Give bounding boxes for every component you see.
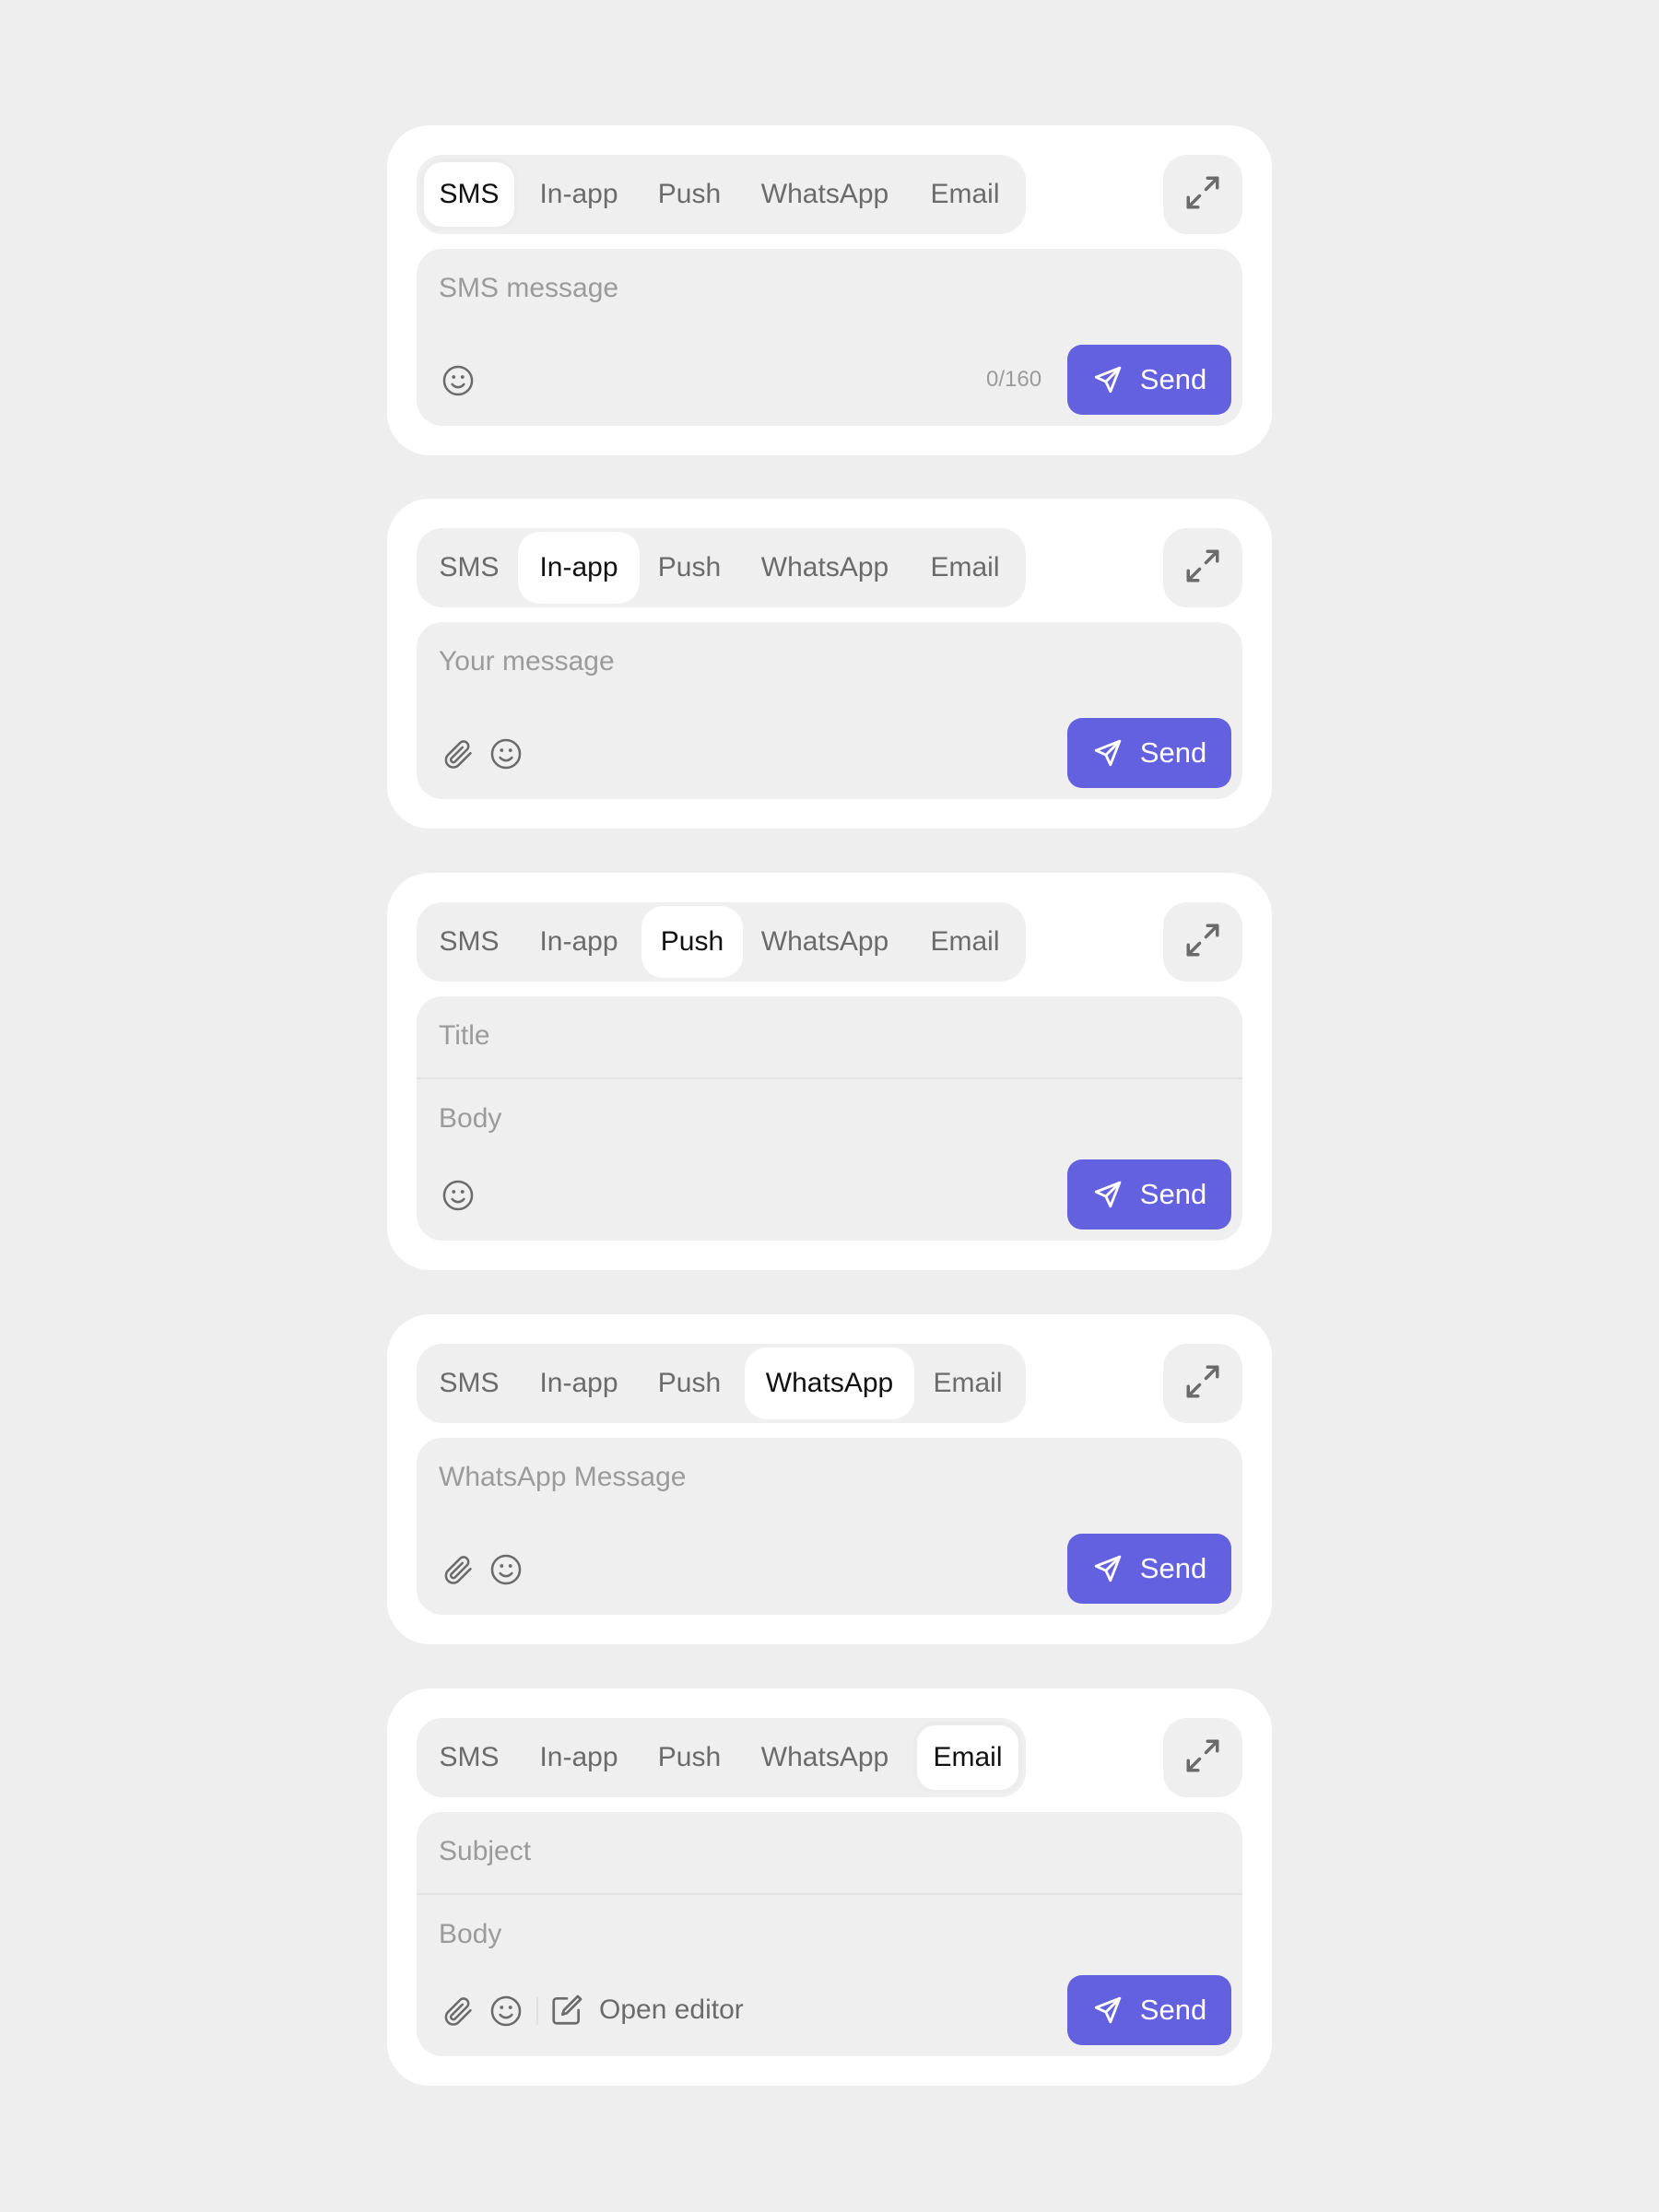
body-input[interactable]: Body bbox=[439, 1919, 501, 1950]
expand-button[interactable] bbox=[1163, 1344, 1242, 1423]
channel-tabs: SMS In-app Push WhatsApp Email bbox=[417, 528, 1026, 607]
composer-card-sms: SMS In-app Push WhatsApp Email SMS messa… bbox=[387, 125, 1272, 455]
expand-icon bbox=[1183, 1362, 1222, 1406]
send-icon bbox=[1092, 364, 1124, 395]
tab-email[interactable]: Email bbox=[911, 159, 1019, 230]
expand-icon bbox=[1183, 1736, 1222, 1780]
expand-button[interactable] bbox=[1163, 528, 1242, 607]
tab-push[interactable]: Push bbox=[641, 906, 743, 978]
tab-push[interactable]: Push bbox=[640, 1347, 739, 1419]
channel-tabs: SMS In-app Push WhatsApp Email bbox=[417, 1718, 1026, 1797]
composer-card-whatsapp: SMS In-app Push WhatsApp Email WhatsApp … bbox=[387, 1314, 1272, 1644]
emoji-icon[interactable] bbox=[441, 1178, 476, 1213]
whatsapp-message-input[interactable]: WhatsApp Message bbox=[439, 1462, 686, 1493]
body-input[interactable]: Body bbox=[439, 1103, 501, 1135]
tab-whatsapp[interactable]: WhatsApp bbox=[743, 1722, 907, 1794]
expand-button[interactable] bbox=[1163, 1718, 1242, 1797]
paperclip-icon[interactable] bbox=[441, 736, 476, 771]
emoji-icon[interactable] bbox=[488, 1552, 524, 1587]
tab-whatsapp[interactable]: WhatsApp bbox=[745, 1347, 914, 1419]
tab-in-app[interactable]: In-app bbox=[522, 906, 636, 978]
emoji-icon[interactable] bbox=[441, 363, 476, 398]
tab-push[interactable]: Push bbox=[640, 159, 739, 230]
message-compose-box: SMS message 0/160 Send bbox=[417, 249, 1242, 426]
send-label: Send bbox=[1139, 736, 1207, 769]
tab-sms[interactable]: SMS bbox=[420, 1347, 518, 1419]
composer-card-push: SMS In-app Push WhatsApp Email Title Bod… bbox=[387, 873, 1272, 1270]
sms-message-input[interactable]: SMS message bbox=[439, 273, 618, 304]
tab-sms[interactable]: SMS bbox=[420, 1722, 518, 1794]
message-compose-box: Your message Send bbox=[417, 622, 1242, 799]
send-button[interactable]: Send bbox=[1067, 345, 1231, 415]
toolbar-divider bbox=[536, 1997, 538, 2025]
field-divider bbox=[417, 1077, 1242, 1079]
email-compose-box: Subject Body Open editor Send bbox=[417, 1812, 1242, 2056]
emoji-icon[interactable] bbox=[488, 736, 524, 771]
tab-sms[interactable]: SMS bbox=[420, 906, 518, 978]
channel-tabs: SMS In-app Push WhatsApp Email bbox=[417, 155, 1026, 234]
composer-card-in-app: SMS In-app Push WhatsApp Email Your mess… bbox=[387, 499, 1272, 829]
emoji-icon[interactable] bbox=[488, 1994, 524, 2029]
tab-in-app[interactable]: In-app bbox=[518, 532, 640, 604]
tab-push[interactable]: Push bbox=[640, 532, 739, 604]
expand-icon bbox=[1183, 547, 1222, 590]
send-label: Send bbox=[1139, 1178, 1207, 1210]
expand-icon bbox=[1183, 921, 1222, 964]
expand-icon bbox=[1183, 173, 1222, 217]
title-input[interactable]: Title bbox=[439, 1020, 490, 1052]
tab-email[interactable]: Email bbox=[913, 1722, 1022, 1794]
expand-button[interactable] bbox=[1163, 902, 1242, 982]
tab-whatsapp[interactable]: WhatsApp bbox=[743, 532, 907, 604]
subject-input[interactable]: Subject bbox=[439, 1836, 531, 1867]
send-button[interactable]: Send bbox=[1067, 1534, 1231, 1604]
paperclip-icon[interactable] bbox=[441, 1994, 476, 2029]
send-label: Send bbox=[1139, 1994, 1207, 2026]
tab-whatsapp[interactable]: WhatsApp bbox=[743, 906, 907, 978]
send-button[interactable]: Send bbox=[1067, 718, 1231, 788]
send-label: Send bbox=[1139, 1552, 1207, 1584]
tab-sms[interactable]: SMS bbox=[420, 159, 518, 230]
tab-in-app[interactable]: In-app bbox=[522, 1347, 636, 1419]
open-editor-label: Open editor bbox=[599, 1994, 744, 2025]
channel-tabs: SMS In-app Push WhatsApp Email bbox=[417, 1344, 1026, 1423]
tab-whatsapp[interactable]: WhatsApp bbox=[743, 159, 907, 230]
tab-in-app[interactable]: In-app bbox=[522, 159, 636, 230]
open-editor-button[interactable]: Open editor bbox=[549, 1993, 744, 2028]
send-icon bbox=[1092, 1179, 1124, 1210]
message-compose-box: WhatsApp Message Send bbox=[417, 1438, 1242, 1615]
field-divider bbox=[417, 1893, 1242, 1895]
send-button[interactable]: Send bbox=[1067, 1159, 1231, 1230]
tab-email[interactable]: Email bbox=[911, 906, 1019, 978]
character-counter: 0/160 bbox=[986, 367, 1042, 392]
tab-email[interactable]: Email bbox=[914, 1347, 1021, 1419]
edit-icon bbox=[549, 1993, 584, 2028]
push-compose-box: Title Body Send bbox=[417, 996, 1242, 1241]
tab-push[interactable]: Push bbox=[640, 1722, 739, 1794]
tab-in-app[interactable]: In-app bbox=[522, 1722, 636, 1794]
expand-button[interactable] bbox=[1163, 155, 1242, 234]
send-icon bbox=[1092, 737, 1124, 769]
send-label: Send bbox=[1139, 363, 1207, 395]
send-icon bbox=[1092, 1994, 1124, 2026]
send-button[interactable]: Send bbox=[1067, 1975, 1231, 2045]
tab-email[interactable]: Email bbox=[911, 532, 1019, 604]
composer-card-email: SMS In-app Push WhatsApp Email Subject B… bbox=[387, 1688, 1272, 2086]
paperclip-icon[interactable] bbox=[441, 1552, 476, 1587]
channel-tabs: SMS In-app Push WhatsApp Email bbox=[417, 902, 1026, 982]
tab-sms[interactable]: SMS bbox=[420, 532, 518, 604]
message-input[interactable]: Your message bbox=[439, 646, 615, 677]
send-icon bbox=[1092, 1553, 1124, 1584]
